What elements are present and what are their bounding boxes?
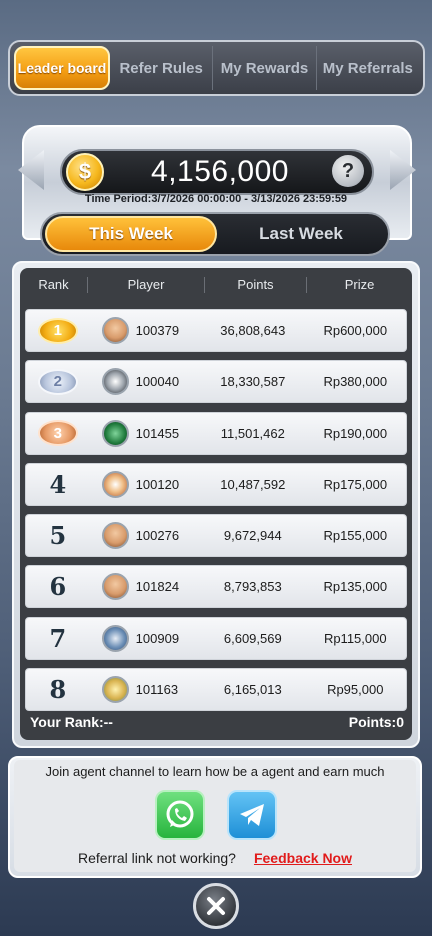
player-id: 100276 (135, 528, 180, 544)
points-cell: 6,165,013 (223, 682, 282, 698)
player-cell: 101455 (90, 419, 201, 447)
rank-cell: 6 (26, 572, 90, 601)
table-row: 3 101455 11,501,462 Rp190,000 (25, 411, 407, 455)
prize-cell: Rp380,000 (323, 374, 388, 390)
table-row: 1 100379 36,808,643 Rp600,000 (25, 309, 407, 352)
avatar (101, 522, 129, 550)
table-row: 5 100276 9,672,944 Rp155,000 (25, 514, 407, 558)
tab-my-referrals[interactable]: My Referrals (317, 46, 419, 90)
your-rank-bar: Your Rank:-- Points:0 (30, 714, 404, 736)
points-cell: 8,793,853 (223, 579, 282, 595)
prize-cell: Rp190,000 (323, 425, 388, 441)
avatar (101, 573, 129, 601)
rank-cell: 3 (26, 420, 90, 447)
rank-cell: 7 (26, 624, 90, 653)
leaderboard-rows: 1 100379 36,808,643 Rp600,000 2 100040 1… (25, 309, 407, 719)
points-cell: 9,672,944 (223, 528, 282, 544)
help-icon[interactable]: ? (332, 155, 364, 187)
rank-number: 4 (49, 469, 67, 499)
avatar (101, 624, 129, 652)
table-row: 2 100040 18,330,587 Rp380,000 (25, 360, 407, 404)
tab-last-week[interactable]: Last Week (217, 216, 385, 252)
table-row: 6 101824 8,793,853 Rp135,000 (25, 565, 407, 609)
your-rank: Your Rank:-- (30, 714, 113, 730)
bronze-medal-icon: 3 (37, 420, 78, 447)
prize-cell: Rp155,000 (323, 528, 388, 544)
prize-cell: Rp135,000 (323, 579, 388, 595)
prize-cell: Rp115,000 (323, 630, 387, 646)
rank-cell: 8 (26, 675, 90, 704)
avatar (101, 470, 129, 498)
points-cell: 10,487,592 (220, 476, 286, 492)
time-period: Time Period:3/7/2026 00:00:00 - 3/13/202… (84, 193, 348, 205)
close-icon (207, 897, 225, 915)
player-cell: 100909 (90, 624, 201, 652)
telegram-icon (240, 804, 264, 826)
player-id: 100040 (135, 374, 180, 390)
gold-medal-icon: 1 (37, 317, 78, 344)
rank-cell: 2 (26, 368, 90, 395)
close-button[interactable] (193, 883, 239, 929)
header-prize: Prize (344, 277, 375, 292)
header-player: Player (88, 277, 205, 293)
tab-refer-rules[interactable]: Refer Rules (110, 46, 214, 90)
prize-cell: Rp95,000 (327, 682, 384, 698)
rank-cell: 1 (26, 317, 90, 344)
rank-number: 5 (49, 521, 67, 551)
player-id: 100379 (135, 323, 180, 338)
referral-text: Referral link not working? (78, 850, 236, 866)
player-id: 100120 (135, 476, 180, 492)
player-id: 101824 (135, 579, 180, 595)
player-cell: 100379 (90, 317, 201, 344)
avatar (101, 676, 129, 704)
points-cell: 6,609,569 (223, 630, 282, 646)
player-cell: 100040 (90, 368, 201, 396)
table-header: Rank Player Points Prize (20, 270, 412, 300)
player-id: 101455 (135, 425, 180, 441)
player-cell: 101824 (90, 573, 201, 601)
avatar (101, 419, 129, 447)
whatsapp-button[interactable] (155, 790, 205, 840)
week-toggle: This Week Last Week (40, 212, 390, 256)
agent-text: Join agent channel to learn how be a age… (45, 764, 385, 779)
rank-cell: 4 (26, 470, 90, 499)
your-points: Points:0 (348, 714, 404, 730)
points-cell: 18,330,587 (220, 374, 286, 390)
tab-this-week[interactable]: This Week (45, 216, 217, 252)
avatar (101, 368, 129, 396)
top-tab-bar: Leader board Refer Rules My Rewards My R… (8, 40, 425, 96)
rank-number: 8 (49, 675, 67, 705)
telegram-button[interactable] (227, 790, 277, 840)
feedback-now-link[interactable]: Feedback Now (254, 850, 352, 868)
player-cell: 100276 (90, 522, 201, 550)
silver-medal-icon: 2 (37, 368, 78, 395)
prize-cell: Rp175,000 (323, 476, 388, 492)
player-cell: 101163 (90, 676, 201, 704)
table-row: 8 101163 6,165,013 Rp95,000 (25, 668, 407, 712)
rank-number: 6 (49, 572, 67, 602)
rank-cell: 5 (26, 521, 90, 550)
player-cell: 100120 (90, 470, 201, 498)
tab-my-rewards[interactable]: My Rewards (213, 46, 317, 90)
table-row: 4 100120 10,487,592 Rp175,000 (25, 462, 407, 506)
rank-number: 7 (49, 623, 67, 653)
header-rank: Rank (20, 277, 88, 293)
referral-line: Referral link not working? Feedback Now (14, 850, 416, 868)
table-row: 7 100909 6,609,569 Rp115,000 (25, 616, 407, 660)
jackpot-amount: 4,156,000 (151, 155, 289, 188)
header-points: Points (205, 277, 307, 293)
player-id: 101163 (135, 682, 179, 698)
whatsapp-icon (166, 800, 194, 828)
points-cell: 36,808,643 (220, 323, 286, 338)
coin-icon: $ (66, 153, 104, 191)
avatar (101, 317, 129, 344)
points-cell: 11,501,462 (220, 425, 285, 441)
tab-leader-board[interactable]: Leader board (14, 46, 110, 90)
prize-cell: Rp600,000 (323, 323, 388, 338)
player-id: 100909 (135, 630, 180, 646)
